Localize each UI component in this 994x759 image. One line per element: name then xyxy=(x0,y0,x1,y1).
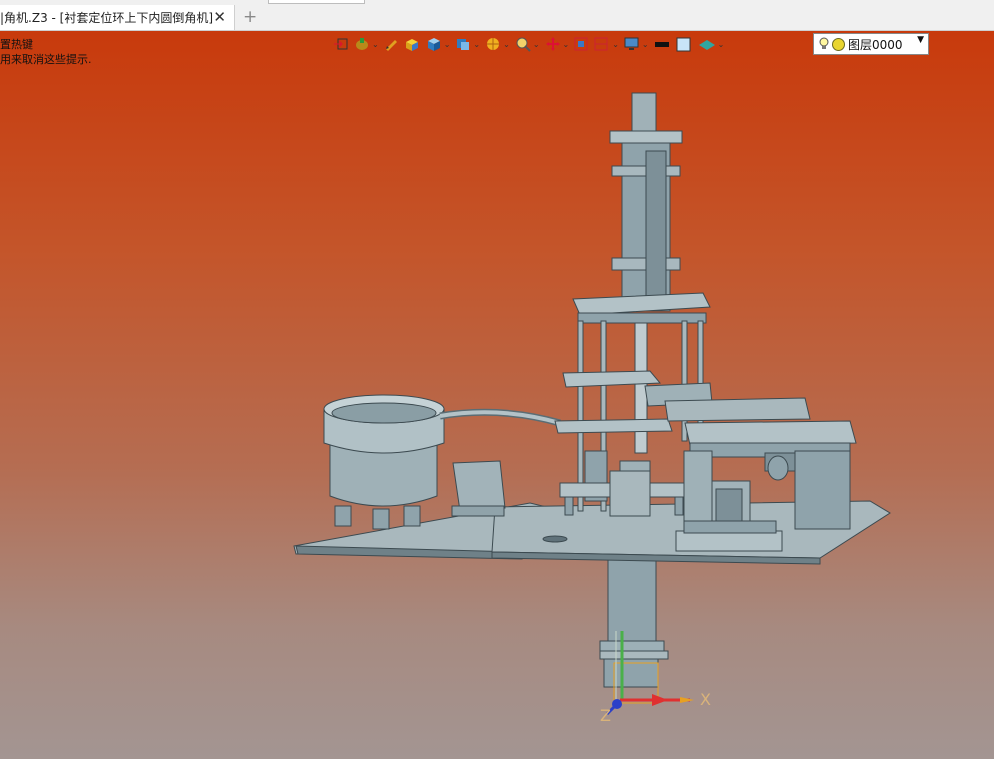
top-edge-field xyxy=(268,0,365,4)
tab-bar: |角机.Z3 - [衬套定位环上下内圆倒角机] ✕ + xyxy=(0,0,994,31)
add-tab-icon[interactable]: + xyxy=(243,7,257,27)
z-axis-label: Z xyxy=(600,706,611,725)
machine-3d-model: X Z xyxy=(293,92,891,725)
x-axis-label: X xyxy=(700,690,711,709)
tab-title: |角机.Z3 - [衬套定位环上下内圆倒角机] xyxy=(0,11,214,25)
3d-viewport[interactable]: 置热键 用来取消这些提示. ⌄ ⌄ ⌄ ⌄ ⌄ ⌄ ⌄ ⌄ ⌄ 图层0000 ▼ xyxy=(0,31,994,759)
document-tab[interactable]: |角机.Z3 - [衬套定位环上下内圆倒角机] ✕ xyxy=(0,5,235,30)
close-icon[interactable]: ✕ xyxy=(213,8,226,26)
